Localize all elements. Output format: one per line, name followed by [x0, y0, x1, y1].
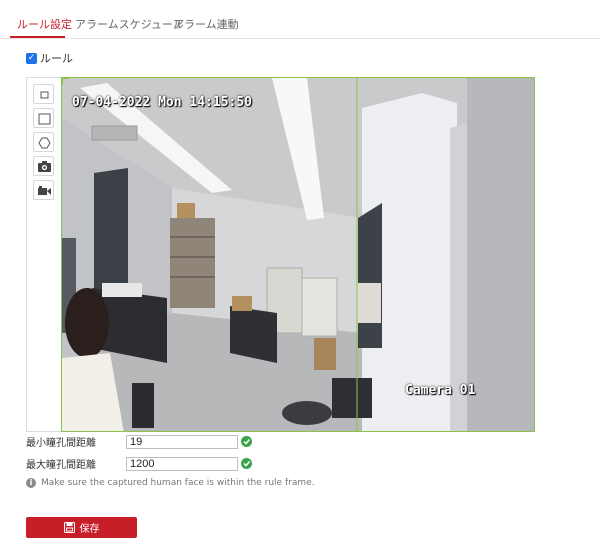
camera-icon[interactable]	[33, 156, 54, 176]
square-outline-icon[interactable]	[33, 84, 54, 104]
max-pupil-distance-input[interactable]	[126, 456, 238, 471]
drawing-toolbar	[26, 77, 61, 432]
min-pupil-distance-input[interactable]	[126, 434, 238, 449]
save-button-label: 保存	[79, 524, 100, 535]
max-pupil-distance-label: 最大瞳孔間距離	[26, 460, 96, 471]
min-pupil-distance-row: 最小瞳孔間距離	[26, 434, 252, 449]
check-circle-icon	[241, 458, 252, 469]
rule-checkbox-label: ルール	[40, 52, 73, 65]
video-timestamp-overlay: 07-04-2022 Mon 14:15:50	[72, 95, 253, 110]
save-icon	[63, 522, 75, 533]
tab-alarm-linkage[interactable]: アラーム連動	[173, 16, 239, 32]
check-circle-icon	[241, 436, 252, 447]
live-video-preview[interactable]: 07-04-2022 Mon 14:15:50 Camera 01	[61, 77, 535, 432]
face-frame-hint: i Make sure the captured human face is w…	[26, 478, 315, 488]
video-camera-icon[interactable]	[33, 180, 54, 200]
rule-frame-corner	[62, 78, 69, 85]
info-icon: i	[26, 478, 36, 488]
rectangle-outline-icon[interactable]	[33, 108, 54, 128]
max-pupil-distance-row: 最大瞳孔間距離	[26, 456, 252, 471]
rule-checkbox[interactable]: ✓	[26, 52, 37, 64]
save-button[interactable]: 保存	[26, 517, 137, 538]
tab-rule-settings[interactable]: ルール設定	[17, 16, 72, 32]
camera-scene-image	[62, 78, 534, 431]
hexagon-outline-icon[interactable]	[33, 132, 54, 152]
hint-text: Make sure the captured human face is wit…	[41, 478, 315, 488]
min-pupil-distance-label: 最小瞳孔間距離	[26, 438, 96, 449]
video-camera-name-overlay: Camera 01	[405, 383, 476, 398]
tab-alarm-schedule[interactable]: アラームスケジュール	[75, 16, 184, 32]
rule-checkbox-row: ✓ ルール	[26, 50, 73, 66]
tab-bar: ルール設定 アラームスケジュール アラーム連動	[0, 0, 600, 39]
active-tab-indicator	[10, 36, 65, 38]
